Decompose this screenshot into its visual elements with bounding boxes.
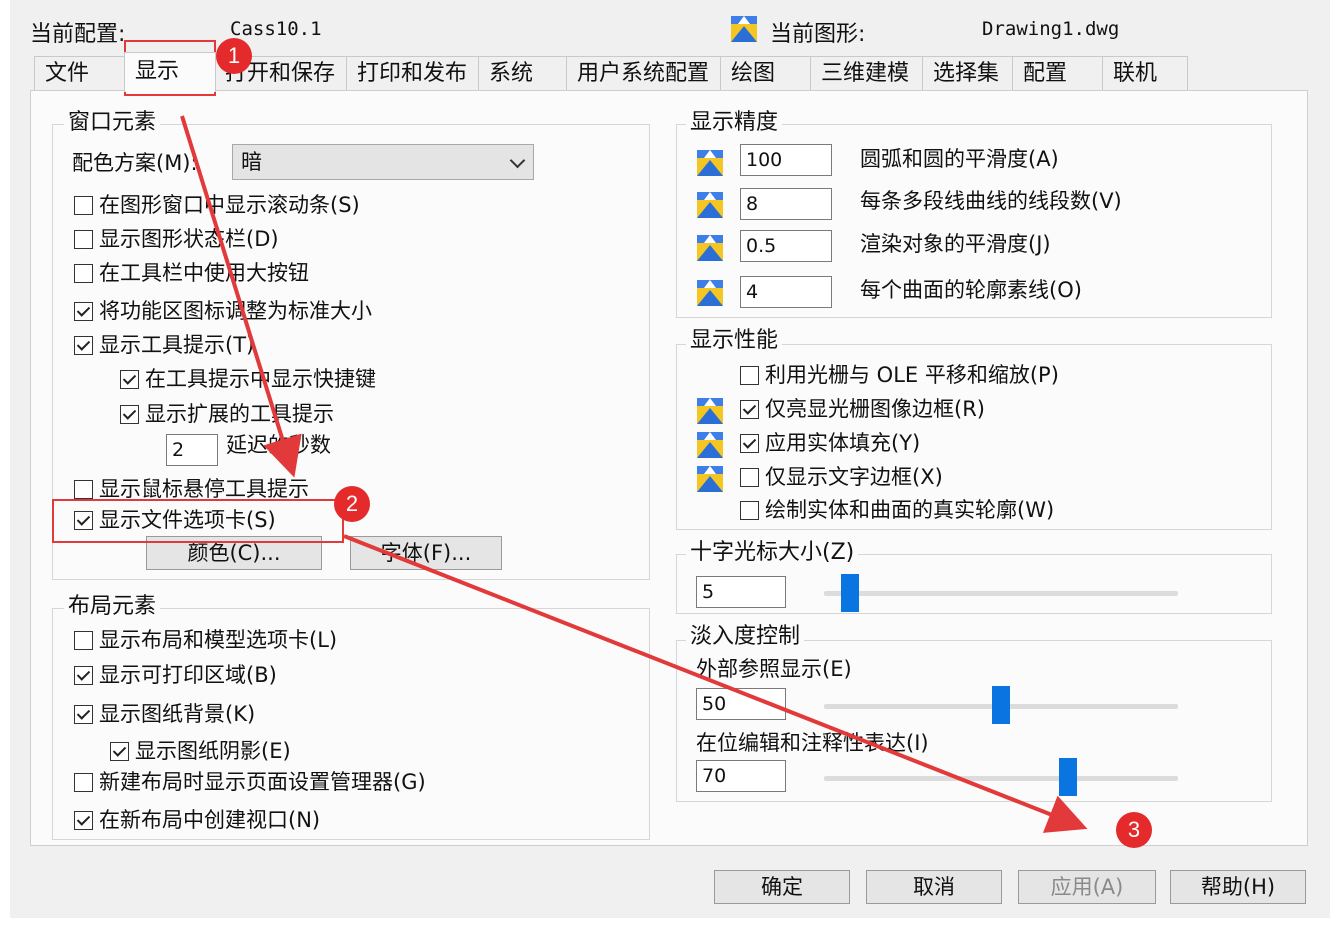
annotation-badge-2: 2 <box>334 486 370 522</box>
tab-display[interactable]: 显示 <box>124 52 216 92</box>
annotation-badge-1: 1 <box>216 38 252 74</box>
annotation-arrow-1 <box>180 115 302 478</box>
annotation-arrow-2 <box>343 534 1088 833</box>
annotation-badge-3: 3 <box>1116 812 1152 848</box>
annotation-arrows <box>180 115 1088 833</box>
options-dialog: 当前配置: Cass10.1 当前图形: Drawing1.dwg 文件 显示 … <box>10 0 1330 918</box>
